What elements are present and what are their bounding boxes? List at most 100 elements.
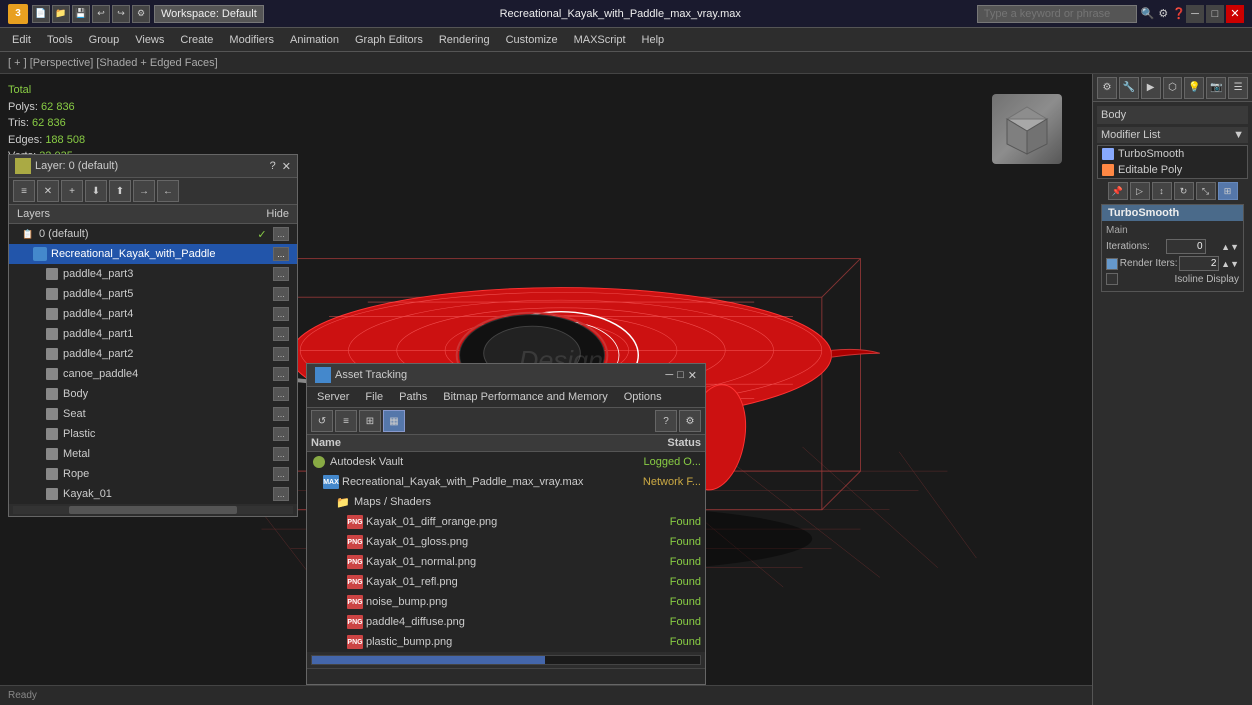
menu-item-maxscript[interactable]: MAXScript [566, 32, 634, 48]
menu-item-customize[interactable]: Customize [498, 32, 566, 48]
menu-item-group[interactable]: Group [81, 32, 128, 48]
open-button[interactable]: 📁 [52, 5, 70, 23]
menu-item-modifiers[interactable]: Modifiers [221, 32, 282, 48]
layer-item-rope[interactable]: Rope… [9, 464, 297, 484]
at-menu-server[interactable]: Server [311, 389, 355, 405]
layers-tool-add[interactable]: + [61, 180, 83, 202]
layers-tool-move-down[interactable]: ⬇ [85, 180, 107, 202]
at-menu-file[interactable]: File [359, 389, 389, 405]
modifier-turbosmooth[interactable]: TurboSmooth [1098, 146, 1247, 162]
at-item-2[interactable]: 📁Maps / Shaders [307, 492, 705, 512]
layer-item-plastic[interactable]: Plastic… [9, 424, 297, 444]
at-item-5[interactable]: PNGKayak_01_normal.pngFound [307, 552, 705, 572]
at-item-8[interactable]: PNGpaddle4_diffuse.pngFound [307, 612, 705, 632]
menu-item-create[interactable]: Create [172, 32, 221, 48]
redo-button[interactable]: ↪ [112, 5, 130, 23]
help-icon[interactable]: ❓ [1172, 7, 1186, 20]
close-button[interactable]: ✕ [1226, 5, 1244, 23]
at-menu-options[interactable]: Options [618, 389, 668, 405]
rt-icon1[interactable]: ⚙ [1097, 77, 1117, 99]
layers-help-button[interactable]: ? [270, 160, 276, 173]
ts-iterations-input[interactable] [1166, 239, 1206, 254]
at-item-0[interactable]: Autodesk VaultLogged O... [307, 452, 705, 472]
rt-icon3[interactable]: ▶ [1141, 77, 1161, 99]
at-menu-paths[interactable]: Paths [393, 389, 433, 405]
menu-item-edit[interactable]: Edit [4, 32, 39, 48]
layer-item-metal[interactable]: Metal… [9, 444, 297, 464]
rt-icon7[interactable]: ☰ [1228, 77, 1248, 99]
mod-rotate-button[interactable]: ↻ [1174, 182, 1194, 200]
menu-item-animation[interactable]: Animation [282, 32, 347, 48]
menu-item-tools[interactable]: Tools [39, 32, 81, 48]
layers-scrollbar[interactable] [13, 506, 293, 514]
layer-item-default[interactable]: 📋0 (default)✓… [9, 224, 297, 244]
at-item-6[interactable]: PNGKayak_01_refl.pngFound [307, 572, 705, 592]
ts-render-iters-checkbox[interactable] [1106, 258, 1118, 270]
menu-item-views[interactable]: Views [127, 32, 172, 48]
at-list-view-button[interactable]: ≡ [335, 410, 357, 432]
rt-icon5[interactable]: 💡 [1184, 77, 1204, 99]
mod-move-button[interactable]: ↕ [1152, 182, 1172, 200]
layer-item-paddle4_part4[interactable]: paddle4_part4… [9, 304, 297, 324]
layer-item-canoe_paddle4[interactable]: canoe_paddle4… [9, 364, 297, 384]
mod-grid-button[interactable]: ⊞ [1218, 182, 1238, 200]
search-input[interactable] [977, 5, 1137, 23]
layer-item-seat[interactable]: Seat… [9, 404, 297, 424]
layer-item-paddle4_part1[interactable]: paddle4_part1… [9, 324, 297, 344]
layers-list: 📋0 (default)✓…Recreational_Kayak_with_Pa… [9, 224, 297, 504]
tools-icon[interactable]: ⚙ [1158, 7, 1168, 20]
at-grid-view-button[interactable]: ⊞ [359, 410, 381, 432]
layers-close-button[interactable]: ✕ [282, 160, 291, 173]
layers-tool-delete[interactable]: ✕ [37, 180, 59, 202]
menu-item-help[interactable]: Help [634, 32, 673, 48]
layer-item-kayak_root[interactable]: Recreational_Kayak_with_Paddle… [9, 244, 297, 264]
minimize-button[interactable]: ─ [1186, 5, 1204, 23]
maximize-button[interactable]: □ [1206, 5, 1224, 23]
ts-isoline-checkbox[interactable] [1106, 273, 1118, 285]
mod-pin-button[interactable]: 📌 [1108, 182, 1128, 200]
layer-item-kayak_01[interactable]: Kayak_01… [9, 484, 297, 504]
modifier-dropdown-icon[interactable]: ▼ [1233, 129, 1244, 141]
at-minimize-button[interactable]: ─ [665, 369, 673, 382]
layers-tool-move-up[interactable]: ⬆ [109, 180, 131, 202]
at-menu-bitmap-performance-and-memory[interactable]: Bitmap Performance and Memory [437, 389, 613, 405]
new-button[interactable]: 📄 [32, 5, 50, 23]
at-refresh-button[interactable]: ↺ [311, 410, 333, 432]
rt-icon2[interactable]: 🔧 [1119, 77, 1139, 99]
at-table-view-button[interactable]: ▦ [383, 410, 405, 432]
layers-tool-menu[interactable]: ≡ [13, 180, 35, 202]
workspace-selector[interactable]: Workspace: Default [154, 5, 264, 23]
viewport[interactable]: Total Polys: 62 836 Tris: 62 836 Edges: … [0, 74, 1092, 705]
layers-tool-collapse[interactable]: ← [157, 180, 179, 202]
save-button[interactable]: 💾 [72, 5, 90, 23]
layer-item-body[interactable]: Body… [9, 384, 297, 404]
ts-render-iters-spinner[interactable]: ▲▼ [1221, 259, 1239, 269]
modifier-list: TurboSmooth Editable Poly [1097, 145, 1248, 179]
layers-tool-expand[interactable]: → [133, 180, 155, 202]
search-icon[interactable]: 🔍 [1141, 7, 1155, 20]
at-close-button[interactable]: ✕ [688, 369, 697, 382]
undo-button[interactable]: ↩ [92, 5, 110, 23]
layer-item-paddle4_part3[interactable]: paddle4_part3… [9, 264, 297, 284]
at-item-4[interactable]: PNGKayak_01_gloss.pngFound [307, 532, 705, 552]
rt-icon6[interactable]: 📷 [1206, 77, 1226, 99]
at-item-9[interactable]: PNGplastic_bump.pngFound [307, 632, 705, 652]
orientation-cube[interactable] [992, 94, 1062, 164]
at-settings-button[interactable]: ⚙ [679, 410, 701, 432]
at-maximize-button[interactable]: □ [677, 369, 684, 382]
at-help-button[interactable]: ? [655, 410, 677, 432]
menu-item-graph-editors[interactable]: Graph Editors [347, 32, 431, 48]
rt-icon4[interactable]: ⬡ [1163, 77, 1183, 99]
mod-select-button[interactable]: ▷ [1130, 182, 1150, 200]
mod-scale-button[interactable]: ⤡ [1196, 182, 1216, 200]
layer-item-paddle4_part5[interactable]: paddle4_part5… [9, 284, 297, 304]
menu-item-rendering[interactable]: Rendering [431, 32, 498, 48]
at-item-7[interactable]: PNGnoise_bump.pngFound [307, 592, 705, 612]
at-item-3[interactable]: PNGKayak_01_diff_orange.pngFound [307, 512, 705, 532]
modifier-editable-poly[interactable]: Editable Poly [1098, 162, 1247, 178]
ts-iterations-spinner[interactable]: ▲▼ [1221, 242, 1239, 252]
ts-render-iters-input[interactable] [1179, 256, 1219, 271]
layer-item-paddle4_part2[interactable]: paddle4_part2… [9, 344, 297, 364]
at-item-1[interactable]: MAXRecreational_Kayak_with_Paddle_max_vr… [307, 472, 705, 492]
viewport-orientation-cube[interactable] [992, 94, 1072, 174]
